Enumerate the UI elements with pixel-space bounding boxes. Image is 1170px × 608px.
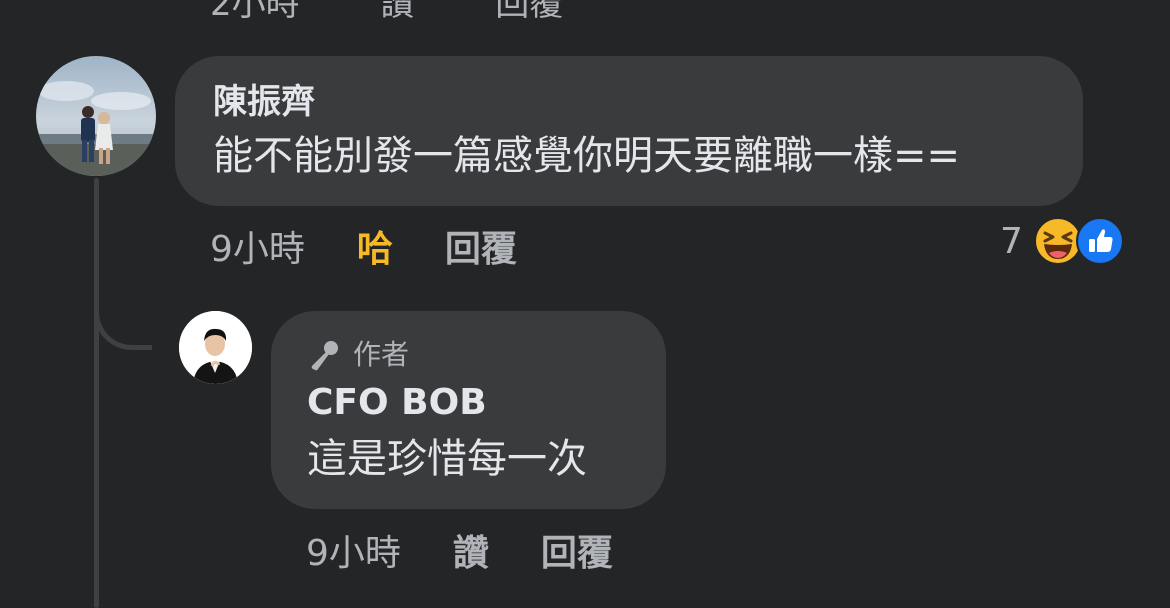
comment-haha-button[interactable]: 哈: [357, 220, 393, 272]
like-emoji-icon: [1075, 217, 1124, 265]
microphone-icon: [311, 341, 338, 371]
previous-comment-actions: 2小時 讚 回覆: [210, 0, 633, 25]
reply-text: 這是珍惜每一次: [307, 436, 587, 482]
previous-comment-reply-button[interactable]: 回覆: [495, 0, 563, 24]
comment-author-name[interactable]: 陳振齊: [213, 80, 1045, 124]
author-badge-label: 作者: [353, 338, 410, 371]
reaction-count: 7: [1000, 220, 1023, 262]
reply-author-avatar[interactable]: [179, 311, 252, 384]
commenter-avatar[interactable]: [36, 56, 156, 176]
comment-bubble: 陳振齊 能不能別發一篇感覺你明天要離職一樣==: [175, 56, 1083, 206]
reply-actions: 9小時 讚 回覆: [306, 524, 613, 576]
thread-line: [94, 178, 99, 608]
reply-timestamp[interactable]: 9小時: [306, 524, 401, 576]
comment-reactions-summary[interactable]: 7: [1000, 216, 1125, 266]
author-badge: 作者: [307, 337, 630, 373]
previous-comment-like-button[interactable]: 讚: [380, 0, 414, 24]
reply-bubble: 作者 CFO BOB 這是珍惜每一次: [271, 311, 666, 509]
comment-actions: 9小時 哈 回覆: [210, 220, 517, 272]
comment-timestamp[interactable]: 9小時: [210, 220, 305, 272]
reply-reply-button[interactable]: 回覆: [541, 524, 613, 576]
comment-text: 能不能別發一篇感覺你明天要離職一樣==: [213, 133, 961, 179]
reply-author-name[interactable]: CFO BOB: [307, 381, 630, 425]
previous-comment-time: 2小時: [210, 0, 300, 24]
comment-reply-button[interactable]: 回覆: [445, 220, 517, 272]
reply-like-button[interactable]: 讚: [453, 524, 489, 576]
thread-reply-connector: [94, 290, 152, 350]
